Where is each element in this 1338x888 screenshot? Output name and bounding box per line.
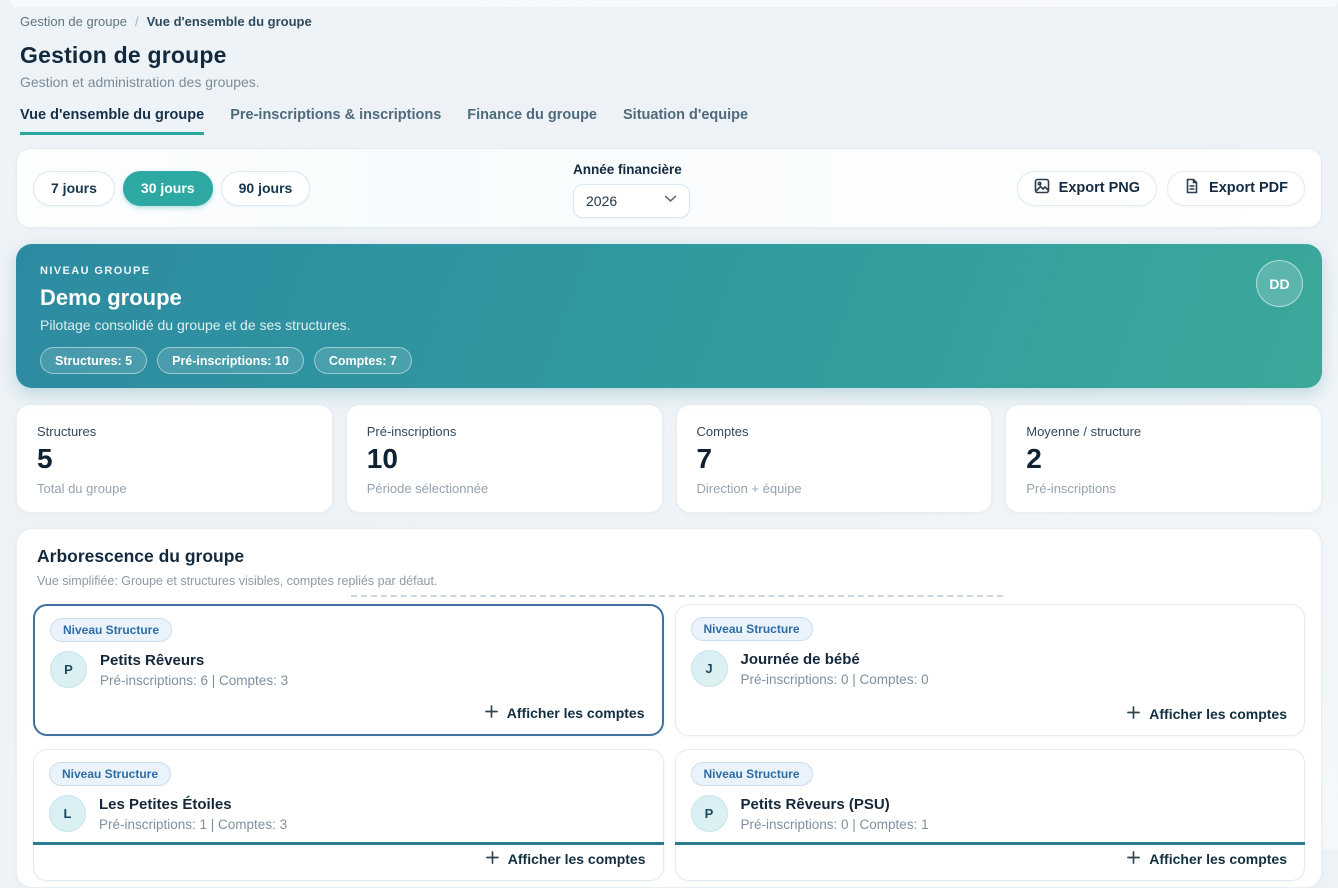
group-management-page: Gestion de groupe / Vue d'ensemble du gr…	[0, 0, 1338, 850]
show-accounts-label: Afficher les comptes	[507, 705, 645, 721]
show-accounts-label: Afficher les comptes	[1149, 706, 1287, 722]
fiscal-year-value: 2026	[586, 193, 617, 209]
fiscal-year-select[interactable]: 2026	[573, 184, 690, 218]
structure-row: L Les Petites Étoiles Pré-inscriptions: …	[49, 795, 648, 832]
show-accounts-button[interactable]: Afficher les comptes	[1127, 706, 1287, 722]
export-png-button[interactable]: Export PNG	[1017, 171, 1157, 206]
show-accounts-button[interactable]: Afficher les comptes	[1127, 851, 1287, 867]
tree-title: Arborescence du groupe	[33, 546, 1305, 567]
structure-row: J Journée de bébé Pré-inscriptions: 0 | …	[691, 650, 1290, 687]
chevron-down-icon	[664, 192, 677, 210]
export-png-label: Export PNG	[1059, 180, 1140, 196]
structure-stats: Pré-inscriptions: 0 | Comptes: 1	[741, 817, 929, 832]
preinscriptions-count-badge: Pré-inscriptions: 10	[157, 347, 304, 374]
fiscal-year-label: Année financière	[573, 162, 690, 177]
structures-count-badge: Structures: 5	[40, 347, 147, 374]
structure-row: P Petits Rêveurs (PSU) Pré-inscriptions:…	[691, 795, 1290, 832]
range-90-days-button[interactable]: 90 jours	[221, 171, 311, 206]
group-badges: Structures: 5 Pré-inscriptions: 10 Compt…	[40, 347, 1298, 374]
avatar: P	[691, 795, 728, 832]
tab-finance[interactable]: Finance du groupe	[467, 107, 597, 135]
stat-label: Structures	[37, 424, 312, 439]
stat-card-moyenne: Moyenne / structure 2 Pré-inscriptions	[1005, 404, 1322, 513]
stat-card-preinscriptions: Pré-inscriptions 10 Période sélectionnée	[346, 404, 663, 513]
level-badge: Niveau Structure	[50, 618, 172, 642]
structure-stats: Pré-inscriptions: 0 | Comptes: 0	[741, 672, 929, 687]
tab-bar: Vue d'ensemble du groupe Pre-inscription…	[16, 107, 1322, 135]
structure-card-petits-reveurs-psu[interactable]: Niveau Structure P Petits Rêveurs (PSU) …	[675, 749, 1306, 881]
stat-label: Comptes	[697, 424, 972, 439]
breadcrumb: Gestion de groupe / Vue d'ensemble du gr…	[16, 14, 1322, 29]
stat-card-comptes: Comptes 7 Direction + équipe	[676, 404, 993, 513]
stat-value: 10	[367, 444, 642, 475]
stat-sublabel: Période sélectionnée	[367, 481, 642, 496]
avatar: P	[50, 651, 87, 688]
stat-value: 5	[37, 444, 312, 475]
plus-icon	[1127, 706, 1140, 722]
date-range-group: 7 jours 30 jours 90 jours	[33, 171, 310, 206]
stat-sublabel: Direction + équipe	[697, 481, 972, 496]
tab-situation-equipe[interactable]: Situation d'equipe	[623, 107, 748, 135]
breadcrumb-current: Vue d'ensemble du groupe	[147, 14, 312, 29]
avatar: J	[691, 650, 728, 687]
stat-value: 7	[697, 444, 972, 475]
level-badge: Niveau Structure	[691, 617, 813, 641]
document-icon	[1184, 178, 1200, 198]
group-name: Demo groupe	[40, 285, 1298, 311]
structure-card-petits-reveurs[interactable]: Niveau Structure P Petits Rêveurs Pré-in…	[33, 604, 664, 736]
tree-subtitle: Vue simplifiée: Groupe et structures vis…	[33, 574, 1305, 588]
range-7-days-button[interactable]: 7 jours	[33, 171, 115, 206]
structure-name: Petits Rêveurs	[100, 652, 288, 669]
fiscal-year-group: Année financière 2026	[573, 162, 690, 218]
page-title: Gestion de groupe	[16, 42, 1322, 69]
export-pdf-button[interactable]: Export PDF	[1167, 171, 1305, 206]
structure-name: Les Petites Étoiles	[99, 796, 287, 813]
avatar: L	[49, 795, 86, 832]
group-banner: NIVEAU GROUPE Demo groupe Pilotage conso…	[16, 244, 1322, 388]
breadcrumb-parent[interactable]: Gestion de groupe	[20, 14, 127, 29]
level-badge: Niveau Structure	[49, 762, 171, 786]
structure-stats: Pré-inscriptions: 6 | Comptes: 3	[100, 673, 288, 688]
export-pdf-label: Export PDF	[1209, 180, 1288, 196]
structure-stats: Pré-inscriptions: 1 | Comptes: 3	[99, 817, 287, 832]
cut-edge-accent	[33, 842, 664, 845]
show-accounts-label: Afficher les comptes	[508, 851, 646, 867]
stat-sublabel: Total du groupe	[37, 481, 312, 496]
plus-icon	[1127, 851, 1140, 867]
page-subtitle: Gestion et administration des groupes.	[16, 74, 1322, 90]
structure-card-les-petites-etoiles[interactable]: Niveau Structure L Les Petites Étoiles P…	[33, 749, 664, 881]
group-description: Pilotage consolidé du groupe et de ses s…	[40, 317, 1298, 333]
avatar: DD	[1256, 260, 1303, 307]
level-badge: Niveau Structure	[691, 762, 813, 786]
structure-name: Journée de bébé	[741, 651, 929, 668]
plus-icon	[485, 705, 498, 721]
show-accounts-button[interactable]: Afficher les comptes	[485, 705, 645, 721]
tree-connector-line	[351, 595, 1003, 597]
cut-edge-accent	[675, 842, 1306, 845]
stat-label: Pré-inscriptions	[367, 424, 642, 439]
image-icon	[1034, 178, 1050, 198]
structure-row: P Petits Rêveurs Pré-inscriptions: 6 | C…	[50, 651, 647, 688]
group-level-label: NIVEAU GROUPE	[40, 265, 1298, 277]
group-tree-section: Arborescence du groupe Vue simplifiée: G…	[16, 528, 1322, 888]
plus-icon	[486, 851, 499, 867]
range-30-days-button[interactable]: 30 jours	[123, 171, 213, 206]
show-accounts-label: Afficher les comptes	[1149, 851, 1287, 867]
tab-vue-ensemble[interactable]: Vue d'ensemble du groupe	[20, 107, 204, 135]
comptes-count-badge: Comptes: 7	[314, 347, 412, 374]
tab-pre-inscriptions[interactable]: Pre-inscriptions & inscriptions	[230, 107, 441, 135]
breadcrumb-separator: /	[135, 14, 139, 29]
stat-label: Moyenne / structure	[1026, 424, 1301, 439]
stat-card-structures: Structures 5 Total du groupe	[16, 404, 333, 513]
stat-value: 2	[1026, 444, 1301, 475]
structures-grid: Niveau Structure P Petits Rêveurs Pré-in…	[33, 604, 1305, 881]
export-group: Export PNG Export PDF	[1017, 171, 1305, 206]
show-accounts-button[interactable]: Afficher les comptes	[486, 851, 646, 867]
stats-grid: Structures 5 Total du groupe Pré-inscrip…	[16, 404, 1322, 513]
structure-name: Petits Rêveurs (PSU)	[741, 796, 929, 813]
filter-bar: 7 jours 30 jours 90 jours Année financiè…	[16, 148, 1322, 228]
stat-sublabel: Pré-inscriptions	[1026, 481, 1301, 496]
structure-card-journee-de-bebe[interactable]: Niveau Structure J Journée de bébé Pré-i…	[675, 604, 1306, 736]
